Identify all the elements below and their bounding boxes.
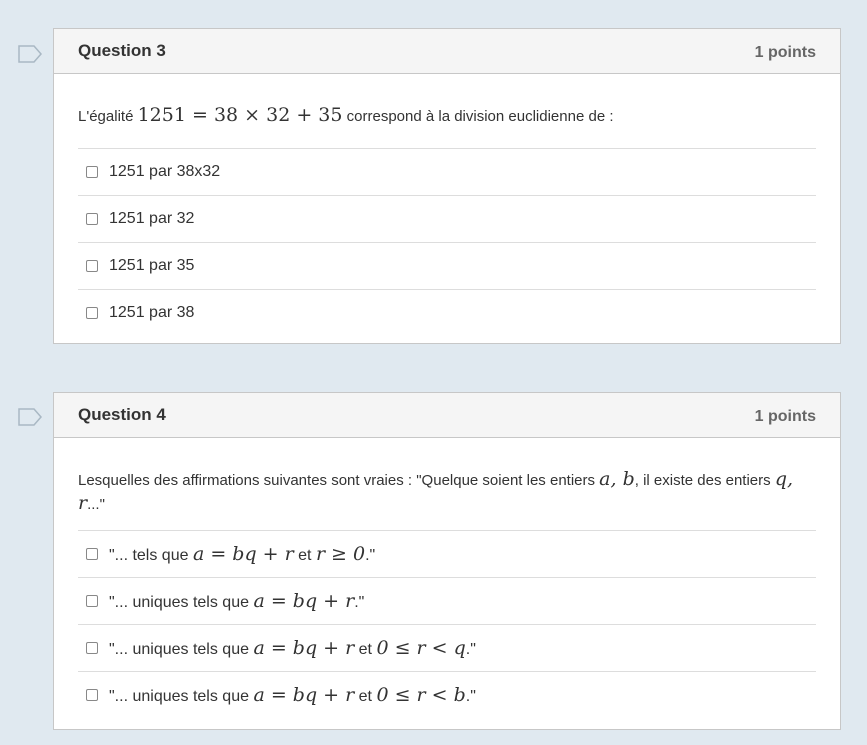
option-text: "... uniques tels que — [109, 594, 249, 611]
option-text: et — [358, 688, 372, 705]
option-text: ." — [465, 641, 476, 658]
option-math: r ≥ 0 — [315, 543, 366, 565]
option-4[interactable]: "... uniques tels que a = bq + r et 0 ≤ … — [78, 672, 816, 718]
option-label: "... tels que a = bq + r et r ≥ 0." — [109, 543, 375, 565]
flag-icon[interactable] — [18, 408, 42, 426]
option-4[interactable]: 1251 par 38 — [78, 290, 816, 336]
option-math: 0 ≤ r < b — [376, 684, 466, 706]
question-card: Question 4 1 points Lesquelles des affir… — [53, 392, 841, 730]
option-label: "... uniques tels que a = bq + r et 0 ≤ … — [109, 637, 476, 659]
option-text: et — [298, 547, 312, 564]
option-math: a = bq + r — [253, 637, 355, 659]
option-text: ." — [365, 547, 376, 564]
prompt-text-end: correspond à la division euclidienne de … — [346, 108, 614, 125]
prompt-text-mid: , il existe des entiers — [634, 472, 771, 489]
option-label: "... uniques tels que a = bq + r et 0 ≤ … — [109, 684, 476, 706]
option-math: 0 ≤ r < q — [376, 637, 466, 659]
option-math: a = bq + r — [253, 684, 355, 706]
option-checkbox[interactable] — [86, 166, 98, 178]
option-3[interactable]: 1251 par 35 — [78, 243, 816, 290]
question-prompt: Lesquelles des affirmations suivantes so… — [78, 438, 816, 530]
option-label: 1251 par 38x32 — [109, 163, 221, 180]
option-checkbox[interactable] — [86, 595, 98, 607]
option-label: 1251 par 35 — [109, 257, 195, 274]
option-text: et — [358, 641, 372, 658]
option-math: a = bq + r — [192, 543, 294, 565]
question-points: 1 points — [754, 44, 816, 61]
option-text: "... uniques tels que — [109, 641, 249, 658]
question-card: Question 3 1 points L'égalité 1251 = 38 … — [53, 28, 841, 344]
option-checkbox[interactable] — [86, 548, 98, 560]
prompt-text: L'égalité — [78, 108, 134, 125]
prompt-math: a, b — [599, 468, 635, 490]
flag-icon[interactable] — [18, 45, 42, 63]
options-list: 1251 par 38x32 1251 par 32 1251 par 35 1… — [78, 148, 816, 336]
question-points: 1 points — [754, 408, 816, 425]
question-title: Question 4 — [78, 405, 166, 424]
prompt-text-end: ..." — [87, 496, 105, 513]
option-3[interactable]: "... uniques tels que a = bq + r et 0 ≤ … — [78, 625, 816, 672]
options-list: "... tels que a = bq + r et r ≥ 0." "...… — [78, 530, 816, 718]
question-header: Question 3 1 points — [54, 29, 840, 74]
option-2[interactable]: 1251 par 32 — [78, 196, 816, 243]
option-math: a = bq + r — [253, 590, 355, 612]
question-prompt: L'égalité 1251 = 38 × 32 + 35 correspond… — [78, 74, 816, 148]
option-text: ." — [354, 594, 365, 611]
prompt-math: 1251 = 38 × 32 + 35 — [137, 104, 343, 126]
option-label: "... uniques tels que a = bq + r." — [109, 590, 364, 612]
option-text: ." — [465, 688, 476, 705]
option-checkbox[interactable] — [86, 689, 98, 701]
prompt-text: Lesquelles des affirmations suivantes so… — [78, 472, 595, 489]
option-checkbox[interactable] — [86, 213, 98, 225]
option-label: 1251 par 32 — [109, 210, 195, 227]
option-checkbox[interactable] — [86, 307, 98, 319]
option-checkbox[interactable] — [86, 642, 98, 654]
option-text: "... uniques tels que — [109, 688, 249, 705]
option-text: "... tels que — [109, 547, 189, 564]
option-1[interactable]: 1251 par 38x32 — [78, 149, 816, 196]
question-header: Question 4 1 points — [54, 393, 840, 438]
option-checkbox[interactable] — [86, 260, 98, 272]
option-1[interactable]: "... tels que a = bq + r et r ≥ 0." — [78, 531, 816, 578]
option-label: 1251 par 38 — [109, 304, 195, 321]
option-2[interactable]: "... uniques tels que a = bq + r." — [78, 578, 816, 625]
question-title: Question 3 — [78, 41, 166, 60]
